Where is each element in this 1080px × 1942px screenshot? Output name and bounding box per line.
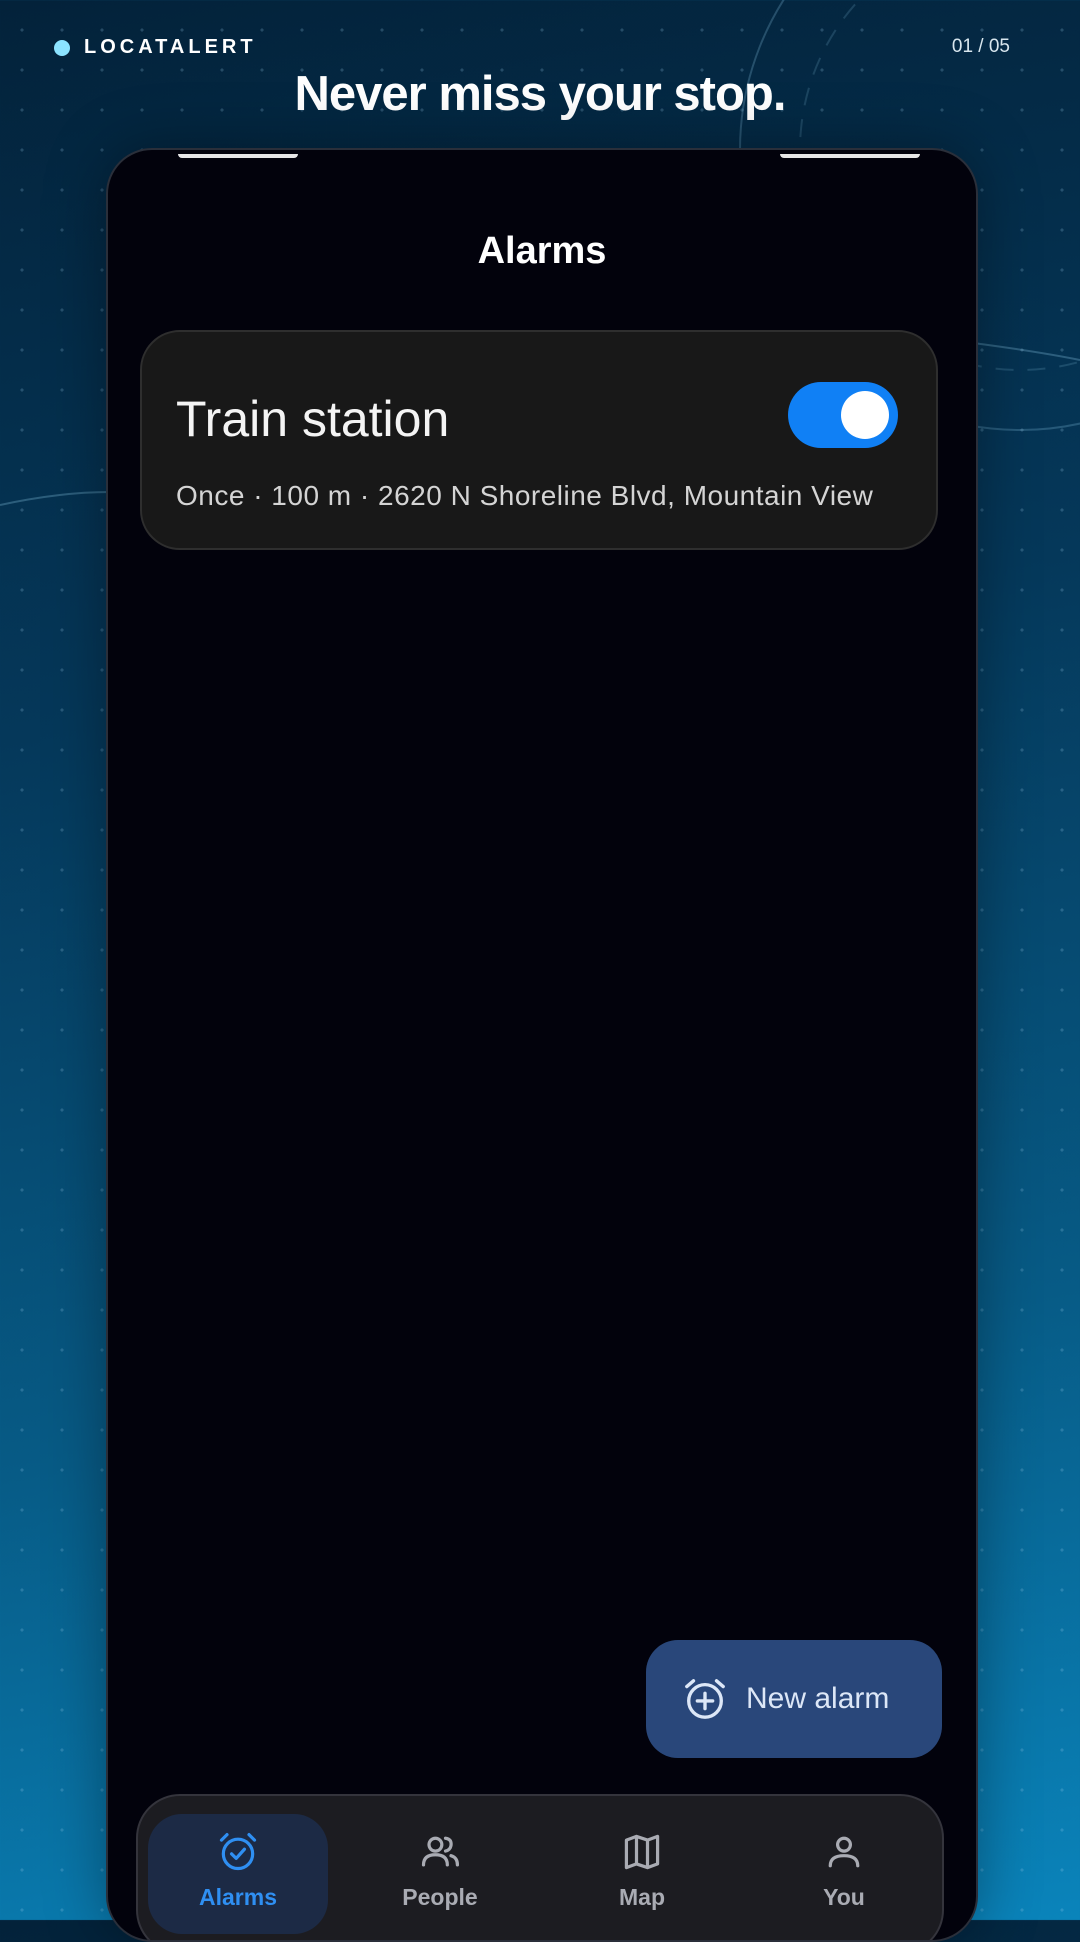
nav-item-alarms[interactable]: Alarms [148,1814,328,1934]
phone-frame: Alarms Train station Once · 100 m · 2620… [106,148,978,1942]
status-bar-right-icons [780,150,920,158]
nav-item-people[interactable]: People [350,1814,530,1934]
new-alarm-button[interactable]: New alarm [646,1640,942,1758]
nav-label-you: You [823,1884,865,1910]
alarm-name: Train station [176,391,450,447]
status-bar-left-icons [178,150,298,158]
person-icon [828,1836,860,1868]
toggle-knob [841,391,889,439]
alarm-toggle[interactable] [788,382,898,448]
nav-label-people: People [402,1884,478,1910]
headline: Never miss your stop. [294,67,787,121]
nav-item-map[interactable]: Map [552,1814,732,1934]
brand-dot [54,39,70,56]
alarm-detail: Once · 100 m · 2620 N Shoreline Blvd, Mo… [176,480,874,511]
brand: LOCATALERT [54,36,257,59]
new-alarm-label: New alarm [746,1682,890,1715]
brand-name: LOCATALERT [84,36,257,58]
alarm-card[interactable]: Train station Once · 100 m · 2620 N Shor… [140,330,938,550]
screen-title: Alarms [477,230,607,272]
alarm-add-icon [685,1679,725,1719]
status-bar [108,150,976,160]
nav-label-alarms: Alarms [199,1884,277,1910]
map-icon [624,1834,660,1870]
alarm-check-icon [219,1832,257,1871]
nav-label-map: Map [619,1884,665,1910]
people-icon [421,1836,460,1867]
nav-item-you[interactable]: You [754,1814,934,1934]
page-counter: 01 / 05 [951,36,1010,57]
